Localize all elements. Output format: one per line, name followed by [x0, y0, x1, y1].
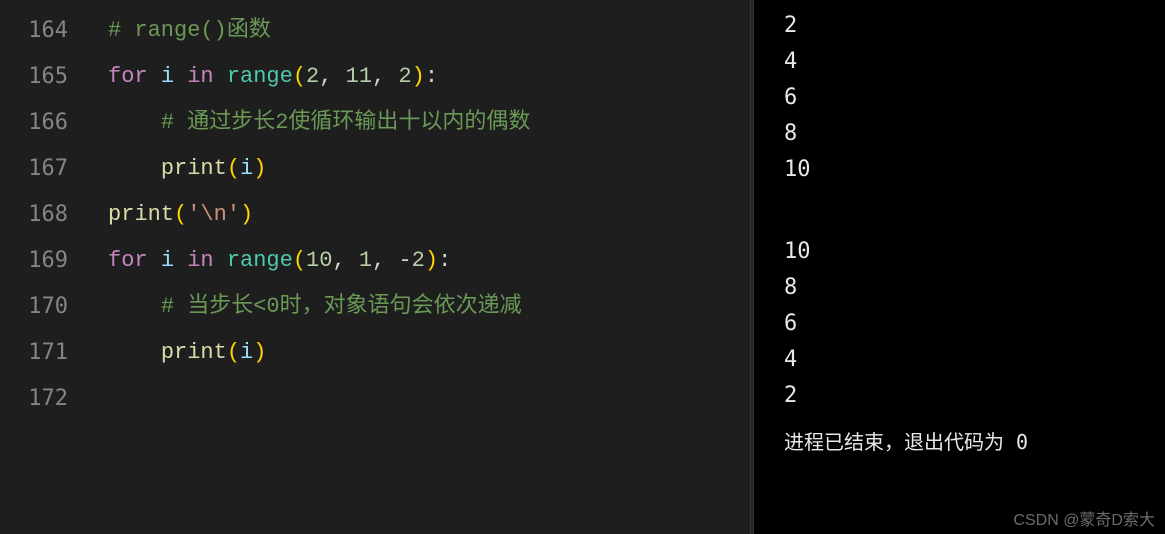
line-number: 170 — [0, 284, 90, 330]
output-line: 6 — [784, 80, 1165, 116]
number-token: 1 — [359, 248, 372, 273]
line-number: 165 — [0, 54, 90, 100]
keyword-token: for — [108, 248, 148, 273]
keyword-token: in — [187, 248, 213, 273]
output-line: 8 — [784, 270, 1165, 306]
paren-token: ( — [227, 340, 240, 365]
variable-token: i — [240, 156, 253, 181]
paren-token: ) — [425, 248, 438, 273]
output-line: 4 — [784, 342, 1165, 378]
paren-token: ( — [293, 64, 306, 89]
variable-token: i — [240, 340, 253, 365]
function-token: print — [161, 340, 227, 365]
line-number-gutter: 164 165 166 167 168 169 170 171 172 — [0, 0, 90, 534]
colon-token: : — [438, 248, 451, 273]
code-line[interactable]: print(i) — [108, 330, 750, 376]
output-line: 2 — [784, 378, 1165, 414]
comment-token: # 当步长<0时，对象语句会依次递减 — [161, 294, 522, 319]
line-number: 166 — [0, 100, 90, 146]
code-line[interactable]: # 通过步长2使循环输出十以内的偶数 — [108, 100, 750, 146]
process-status: 进程已结束，退出代码为 0 — [784, 424, 1165, 460]
paren-token: ) — [253, 156, 266, 181]
code-line[interactable]: for i in range(2, 11, 2): — [108, 54, 750, 100]
line-number: 167 — [0, 146, 90, 192]
comma-token: , — [372, 64, 398, 89]
code-content[interactable]: # range()函数 for i in range(2, 11, 2): # … — [90, 0, 750, 534]
code-line[interactable]: print('\n') — [108, 192, 750, 238]
operator-token: - — [398, 248, 411, 273]
output-line: 8 — [784, 116, 1165, 152]
number-token: 10 — [306, 248, 332, 273]
output-line: 4 — [784, 44, 1165, 80]
keyword-token: for — [108, 64, 148, 89]
paren-token: ( — [227, 156, 240, 181]
comma-token: , — [319, 64, 345, 89]
string-token: '\n' — [187, 202, 240, 227]
builtin-token: range — [227, 64, 293, 89]
line-number: 169 — [0, 238, 90, 284]
keyword-token: in — [187, 64, 213, 89]
paren-token: ( — [174, 202, 187, 227]
paren-token: ( — [293, 248, 306, 273]
output-line: 6 — [784, 306, 1165, 342]
paren-token: ) — [240, 202, 253, 227]
number-token: 2 — [398, 64, 411, 89]
colon-token: : — [425, 64, 438, 89]
output-line: 2 — [784, 8, 1165, 44]
variable-token: i — [161, 248, 174, 273]
code-line[interactable]: print(i) — [108, 146, 750, 192]
comma-token: , — [332, 248, 358, 273]
comment-token: # range()函数 — [108, 18, 271, 43]
number-token: 2 — [412, 248, 425, 273]
function-token: print — [161, 156, 227, 181]
line-number: 168 — [0, 192, 90, 238]
code-line[interactable]: for i in range(10, 1, -2): — [108, 238, 750, 284]
code-editor[interactable]: 164 165 166 167 168 169 170 171 172 # ra… — [0, 0, 750, 534]
paren-token: ) — [253, 340, 266, 365]
line-number: 171 — [0, 330, 90, 376]
code-line[interactable]: # 当步长<0时，对象语句会依次递减 — [108, 284, 750, 330]
output-line: 10 — [784, 152, 1165, 188]
line-number: 172 — [0, 376, 90, 422]
output-line: 10 — [784, 234, 1165, 270]
builtin-token: range — [227, 248, 293, 273]
comma-token: , — [372, 248, 398, 273]
function-token: print — [108, 202, 174, 227]
paren-token: ) — [412, 64, 425, 89]
comment-token: # 通过步长2使循环输出十以内的偶数 — [161, 110, 531, 135]
variable-token: i — [161, 64, 174, 89]
line-number: 164 — [0, 8, 90, 54]
watermark-text: CSDN @蒙奇D索大 — [1013, 506, 1155, 530]
code-line[interactable]: # range()函数 — [108, 8, 750, 54]
terminal-output[interactable]: 2 4 6 8 10 10 8 6 4 2 进程已结束，退出代码为 0 — [754, 0, 1165, 534]
number-token: 2 — [306, 64, 319, 89]
number-token: 11 — [346, 64, 372, 89]
